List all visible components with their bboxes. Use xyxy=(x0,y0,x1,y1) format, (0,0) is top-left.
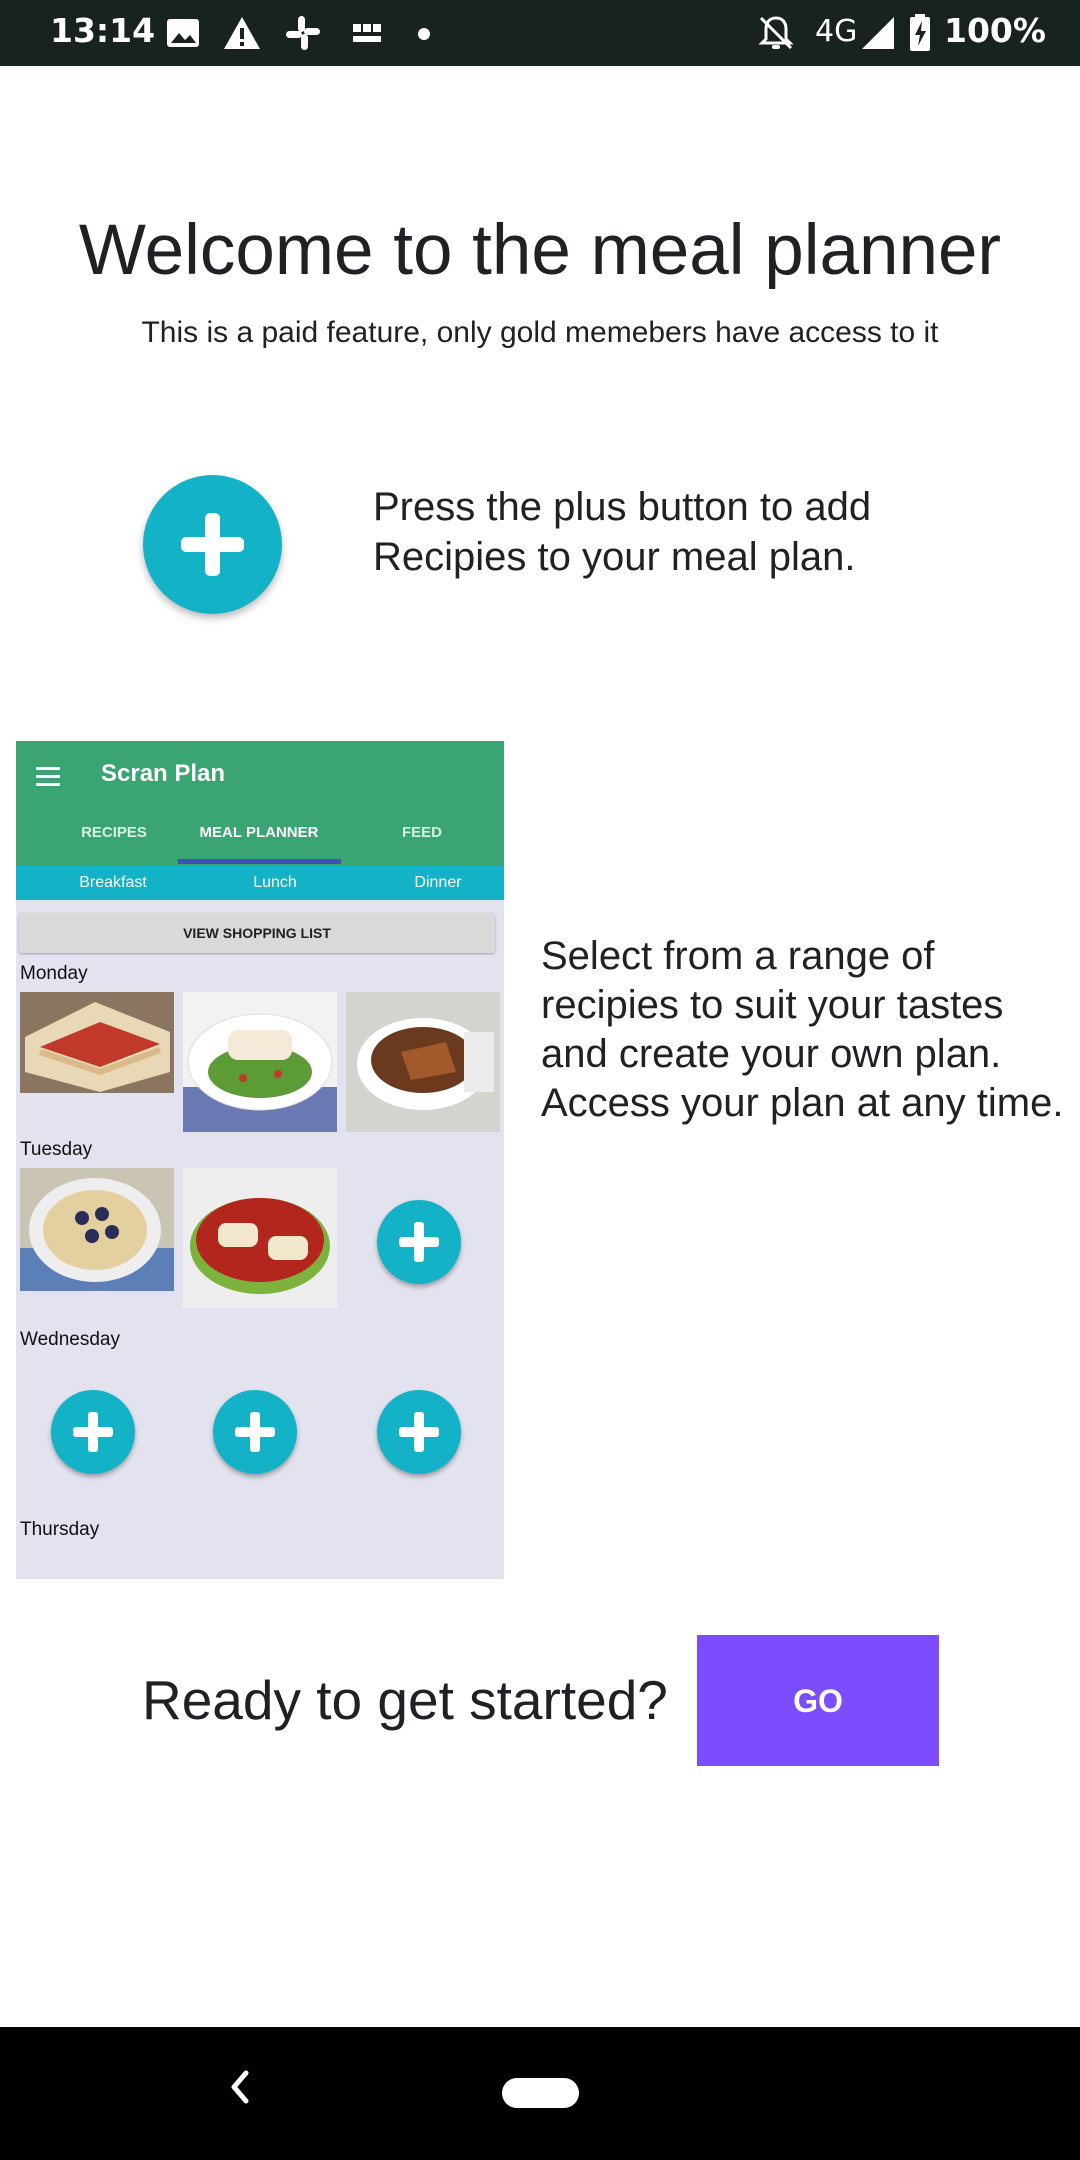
add-recipe-illustration-button xyxy=(143,475,282,614)
preview-tab-indicator xyxy=(178,859,341,864)
slack-icon xyxy=(286,16,320,50)
fish-peas-photo xyxy=(183,992,337,1132)
battery-percent: 100% xyxy=(944,11,1046,50)
battery-charging-icon xyxy=(910,14,930,51)
preview-add-button xyxy=(213,1390,297,1474)
status-bar: 13:14 4G 100% xyxy=(0,0,1080,66)
preview-app-title: Scran Plan xyxy=(101,760,226,787)
dot-icon xyxy=(418,28,430,40)
hamburger-menu-icon xyxy=(36,767,60,787)
home-pill-button[interactable] xyxy=(502,2078,579,2108)
ready-prompt: Ready to get started? xyxy=(142,1669,668,1731)
page-title: Welcome to the meal planner xyxy=(78,211,1002,290)
fish-tomato-photo xyxy=(183,1168,337,1308)
page-subtitle: This is a paid feature, only gold memebe… xyxy=(141,316,939,349)
casserole-photo xyxy=(346,992,500,1132)
preview-tab-dinner: Dinner xyxy=(414,874,462,891)
preview-tab-lunch: Lunch xyxy=(253,874,297,891)
preview-add-button xyxy=(377,1390,461,1474)
navigation-bar xyxy=(0,2027,1080,2160)
go-button[interactable]: GO xyxy=(697,1635,939,1766)
warning-icon xyxy=(224,17,260,49)
network-type: 4G xyxy=(815,14,858,49)
signal-icon xyxy=(862,17,894,49)
preview-day-label: Tuesday xyxy=(20,1139,93,1160)
preview-tab-feed: FEED xyxy=(401,824,442,841)
preview-tab-recipes: RECIPES xyxy=(81,824,147,841)
notifications-off-icon xyxy=(758,16,794,50)
preview-app-bar: Scran Plan RECIPES MEAL PLANNER FEED xyxy=(16,741,504,866)
image-icon xyxy=(167,19,199,47)
preview-tab-breakfast: Breakfast xyxy=(79,874,147,891)
preview-shopping-list-button: VIEW SHOPPING LIST xyxy=(19,913,495,953)
bbc-news-icon xyxy=(353,24,381,42)
status-time: 13:14 xyxy=(50,11,156,50)
preview-day-label: Thursday xyxy=(20,1519,100,1540)
plus-instruction-text: Press the plus button to add Recipies to… xyxy=(373,485,872,579)
preview-day-label: Wednesday xyxy=(20,1329,120,1350)
preview-add-button xyxy=(51,1390,135,1474)
sandwich-photo xyxy=(20,992,174,1093)
porridge-photo xyxy=(20,1168,174,1291)
select-instruction-text: Select from a range of recipies to suit … xyxy=(541,934,1064,1125)
preview-tab-meal-planner: MEAL PLANNER xyxy=(199,824,319,841)
preview-meal-tabs: Breakfast Lunch Dinner xyxy=(16,866,504,900)
preview-add-button xyxy=(377,1200,461,1284)
preview-day-label: Monday xyxy=(20,963,88,984)
back-icon[interactable] xyxy=(220,2057,260,2117)
meal-planner-preview-image: Scran Plan RECIPES MEAL PLANNER FEED Bre… xyxy=(16,741,504,1579)
